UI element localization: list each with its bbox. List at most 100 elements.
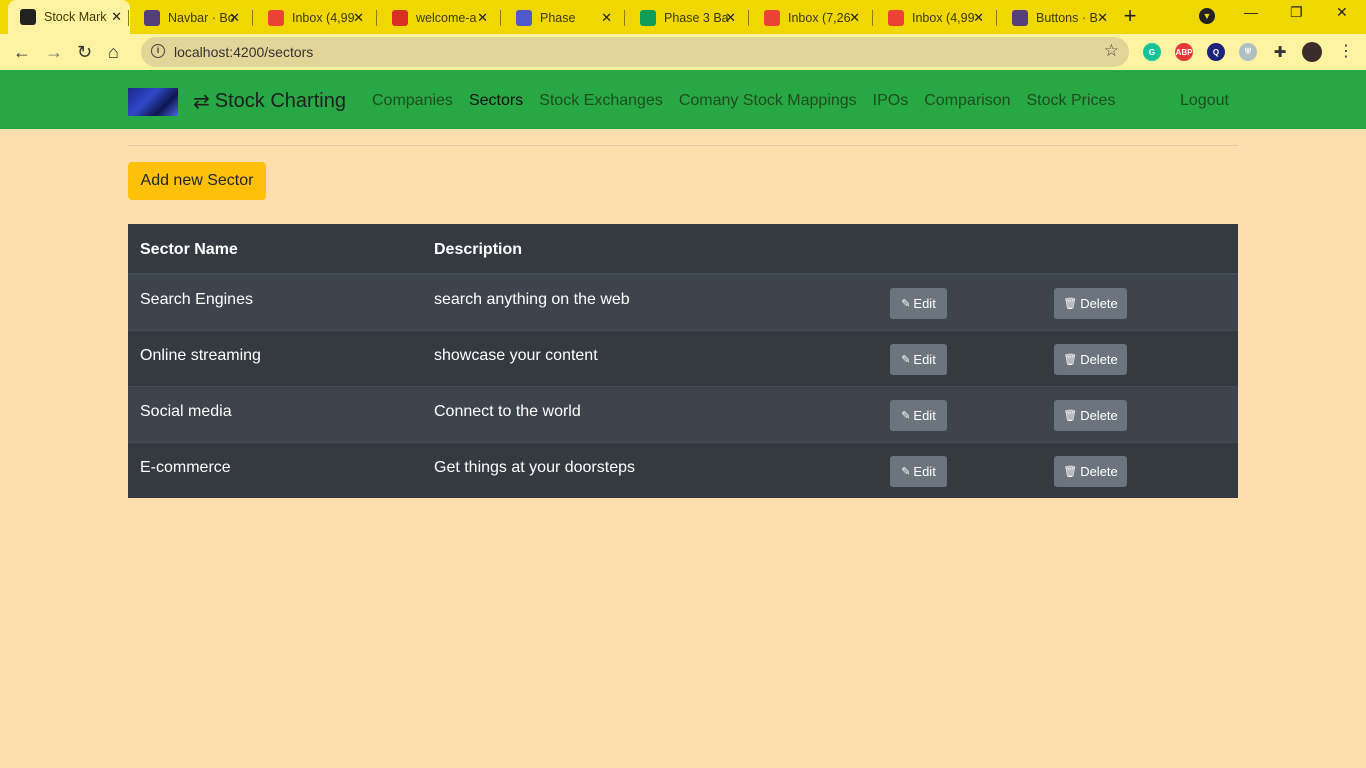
browser-toolbar: ← → ↻ ⌂ i localhost:4200/sectors ☆ G ABP… [0, 34, 1366, 70]
browser-tab[interactable]: welcome-a ✕ [380, 4, 496, 32]
bootstrap-icon [144, 10, 160, 26]
delete-label: Delete [1080, 464, 1118, 479]
delete-button[interactable]: 🗑 Delete [1054, 344, 1127, 375]
grammarly-icon[interactable]: G [1143, 43, 1161, 61]
tab-separator [128, 10, 129, 26]
nav-link-stock-prices[interactable]: Stock Prices [1027, 92, 1116, 110]
puzzle-icon[interactable]: ✚ [1271, 43, 1289, 61]
angular-icon [20, 9, 36, 25]
sheets-icon [640, 10, 656, 26]
reload-icon[interactable]: ↻ [77, 42, 92, 62]
edit-label: Edit [913, 296, 936, 311]
description-cell: showcase your content [434, 347, 598, 364]
nav-link-stock-exchanges[interactable]: Stock Exchanges [539, 92, 663, 110]
description-cell: Connect to the world [434, 403, 581, 420]
site-info-icon[interactable]: i [151, 44, 165, 58]
trash-icon: 🗑 [1063, 298, 1078, 310]
table-row: E-commerce Get things at your doorsteps ✎ E… [128, 442, 1238, 498]
nav-link-sectors[interactable]: Sectors [469, 92, 523, 110]
browser-tab[interactable]: Stock Mark ✕ [8, 0, 130, 34]
gmail-icon [888, 10, 904, 26]
sector-name-cell: E-commerce [140, 459, 231, 476]
tab-separator [500, 10, 501, 26]
close-window-icon[interactable]: ✕ [1336, 4, 1348, 21]
close-tab-icon[interactable]: ✕ [229, 10, 240, 26]
browser-tab[interactable]: Inbox (7,26 ✕ [752, 4, 868, 32]
brand[interactable]: ⇄ Stock Charting [193, 89, 346, 114]
tab-title: Buttons · B [1036, 11, 1098, 25]
browser-tab[interactable]: Buttons · B ✕ [1000, 4, 1116, 32]
extension-icon[interactable]: Q [1207, 43, 1225, 61]
tab-separator [872, 10, 873, 26]
nav-links: Companies Sectors Stock Exchanges Comany St… [372, 92, 1131, 110]
adblock-icon[interactable]: ABP [1175, 43, 1193, 61]
edit-label: Edit [913, 408, 936, 423]
app-navbar: ⇄ Stock Charting Companies Sectors Stock E… [0, 70, 1366, 129]
pencil-icon: ✎ [901, 354, 911, 366]
restore-icon[interactable]: ❐ [1290, 4, 1303, 21]
edit-button[interactable]: ✎ Edit [890, 288, 947, 319]
close-tab-icon[interactable]: ✕ [1097, 10, 1108, 26]
table-row: Search Engines search anything on the web… [128, 274, 1238, 330]
delete-button[interactable]: 🗑 Delete [1054, 400, 1127, 431]
browser-tab[interactable]: Inbox (4,99 ✕ [876, 4, 992, 32]
forward-icon[interactable]: → [45, 42, 63, 62]
pencil-icon: ✎ [901, 466, 911, 478]
tab-separator [996, 10, 997, 26]
trash-icon: 🗑 [1063, 410, 1078, 422]
brand-title: Stock Charting [214, 90, 346, 112]
sectors-table: Sector Name Description Search Engines se… [128, 224, 1238, 498]
edit-button[interactable]: ✎ Edit [890, 344, 947, 375]
address-bar[interactable]: i localhost:4200/sectors ☆ [141, 37, 1129, 67]
delete-label: Delete [1080, 296, 1118, 311]
tab-title: Inbox (4,99 [292, 11, 355, 25]
profile-dropdown-icon[interactable]: ▼ [1199, 8, 1215, 24]
close-tab-icon[interactable]: ✕ [601, 10, 612, 26]
edit-label: Edit [913, 464, 936, 479]
new-tab-button[interactable]: + [1119, 5, 1141, 28]
browser-tab[interactable]: Navbar · Bo ✕ [132, 4, 248, 32]
edit-button[interactable]: ✎ Edit [890, 456, 947, 487]
header-sector-name: Sector Name [140, 241, 238, 258]
delete-button[interactable]: 🗑 Delete [1054, 456, 1127, 487]
close-tab-icon[interactable]: ✕ [973, 10, 984, 26]
tab-title: Inbox (4,99 [912, 11, 975, 25]
bookmark-star-icon[interactable]: ☆ [1104, 41, 1119, 61]
description-cell: Get things at your doorsteps [434, 459, 635, 476]
close-tab-icon[interactable]: ✕ [849, 10, 860, 26]
close-tab-icon[interactable]: ✕ [111, 9, 122, 25]
delete-button[interactable]: 🗑 Delete [1054, 288, 1127, 319]
logout-link[interactable]: Logout [1180, 92, 1229, 110]
edit-button[interactable]: ✎ Edit [890, 400, 947, 431]
sector-name-cell: Social media [140, 403, 232, 420]
nav-link-companies[interactable]: Companies [372, 92, 453, 110]
nav-link-ipos[interactable]: IPOs [873, 92, 909, 110]
calendar-icon [392, 10, 408, 26]
pencil-icon: ✎ [901, 410, 911, 422]
close-tab-icon[interactable]: ✕ [353, 10, 364, 26]
back-icon[interactable]: ← [13, 42, 31, 62]
browser-tab[interactable]: Phase ✕ [504, 4, 620, 32]
close-tab-icon[interactable]: ✕ [725, 10, 736, 26]
shield-icon[interactable]: ⛨ [1239, 43, 1257, 61]
gmail-icon [764, 10, 780, 26]
browser-tab[interactable]: Phase 3 Ba ✕ [628, 4, 744, 32]
gmail-icon [268, 10, 284, 26]
add-sector-button[interactable]: Add new Sector [128, 162, 266, 200]
table-row: Social media Connect to the world ✎ Edit 🗑 De… [128, 386, 1238, 442]
close-tab-icon[interactable]: ✕ [477, 10, 488, 26]
description-cell: search anything on the web [434, 291, 630, 308]
nav-link-comparison[interactable]: Comparison [924, 92, 1010, 110]
trash-icon: 🗑 [1063, 354, 1078, 366]
home-icon[interactable]: ⌂ [108, 42, 119, 62]
minimize-icon[interactable]: — [1244, 4, 1258, 20]
avatar[interactable] [1302, 42, 1322, 62]
browser-tab[interactable]: Inbox (4,99 ✕ [256, 4, 372, 32]
nav-link-comany-stock-mappings[interactable]: Comany Stock Mappings [679, 92, 857, 110]
teams-icon [516, 10, 532, 26]
pencil-icon: ✎ [901, 298, 911, 310]
menu-dots-icon[interactable]: ⋮ [1338, 42, 1354, 62]
sector-name-cell: Online streaming [140, 347, 261, 364]
sector-name-cell: Search Engines [140, 291, 253, 308]
divider [128, 145, 1238, 146]
